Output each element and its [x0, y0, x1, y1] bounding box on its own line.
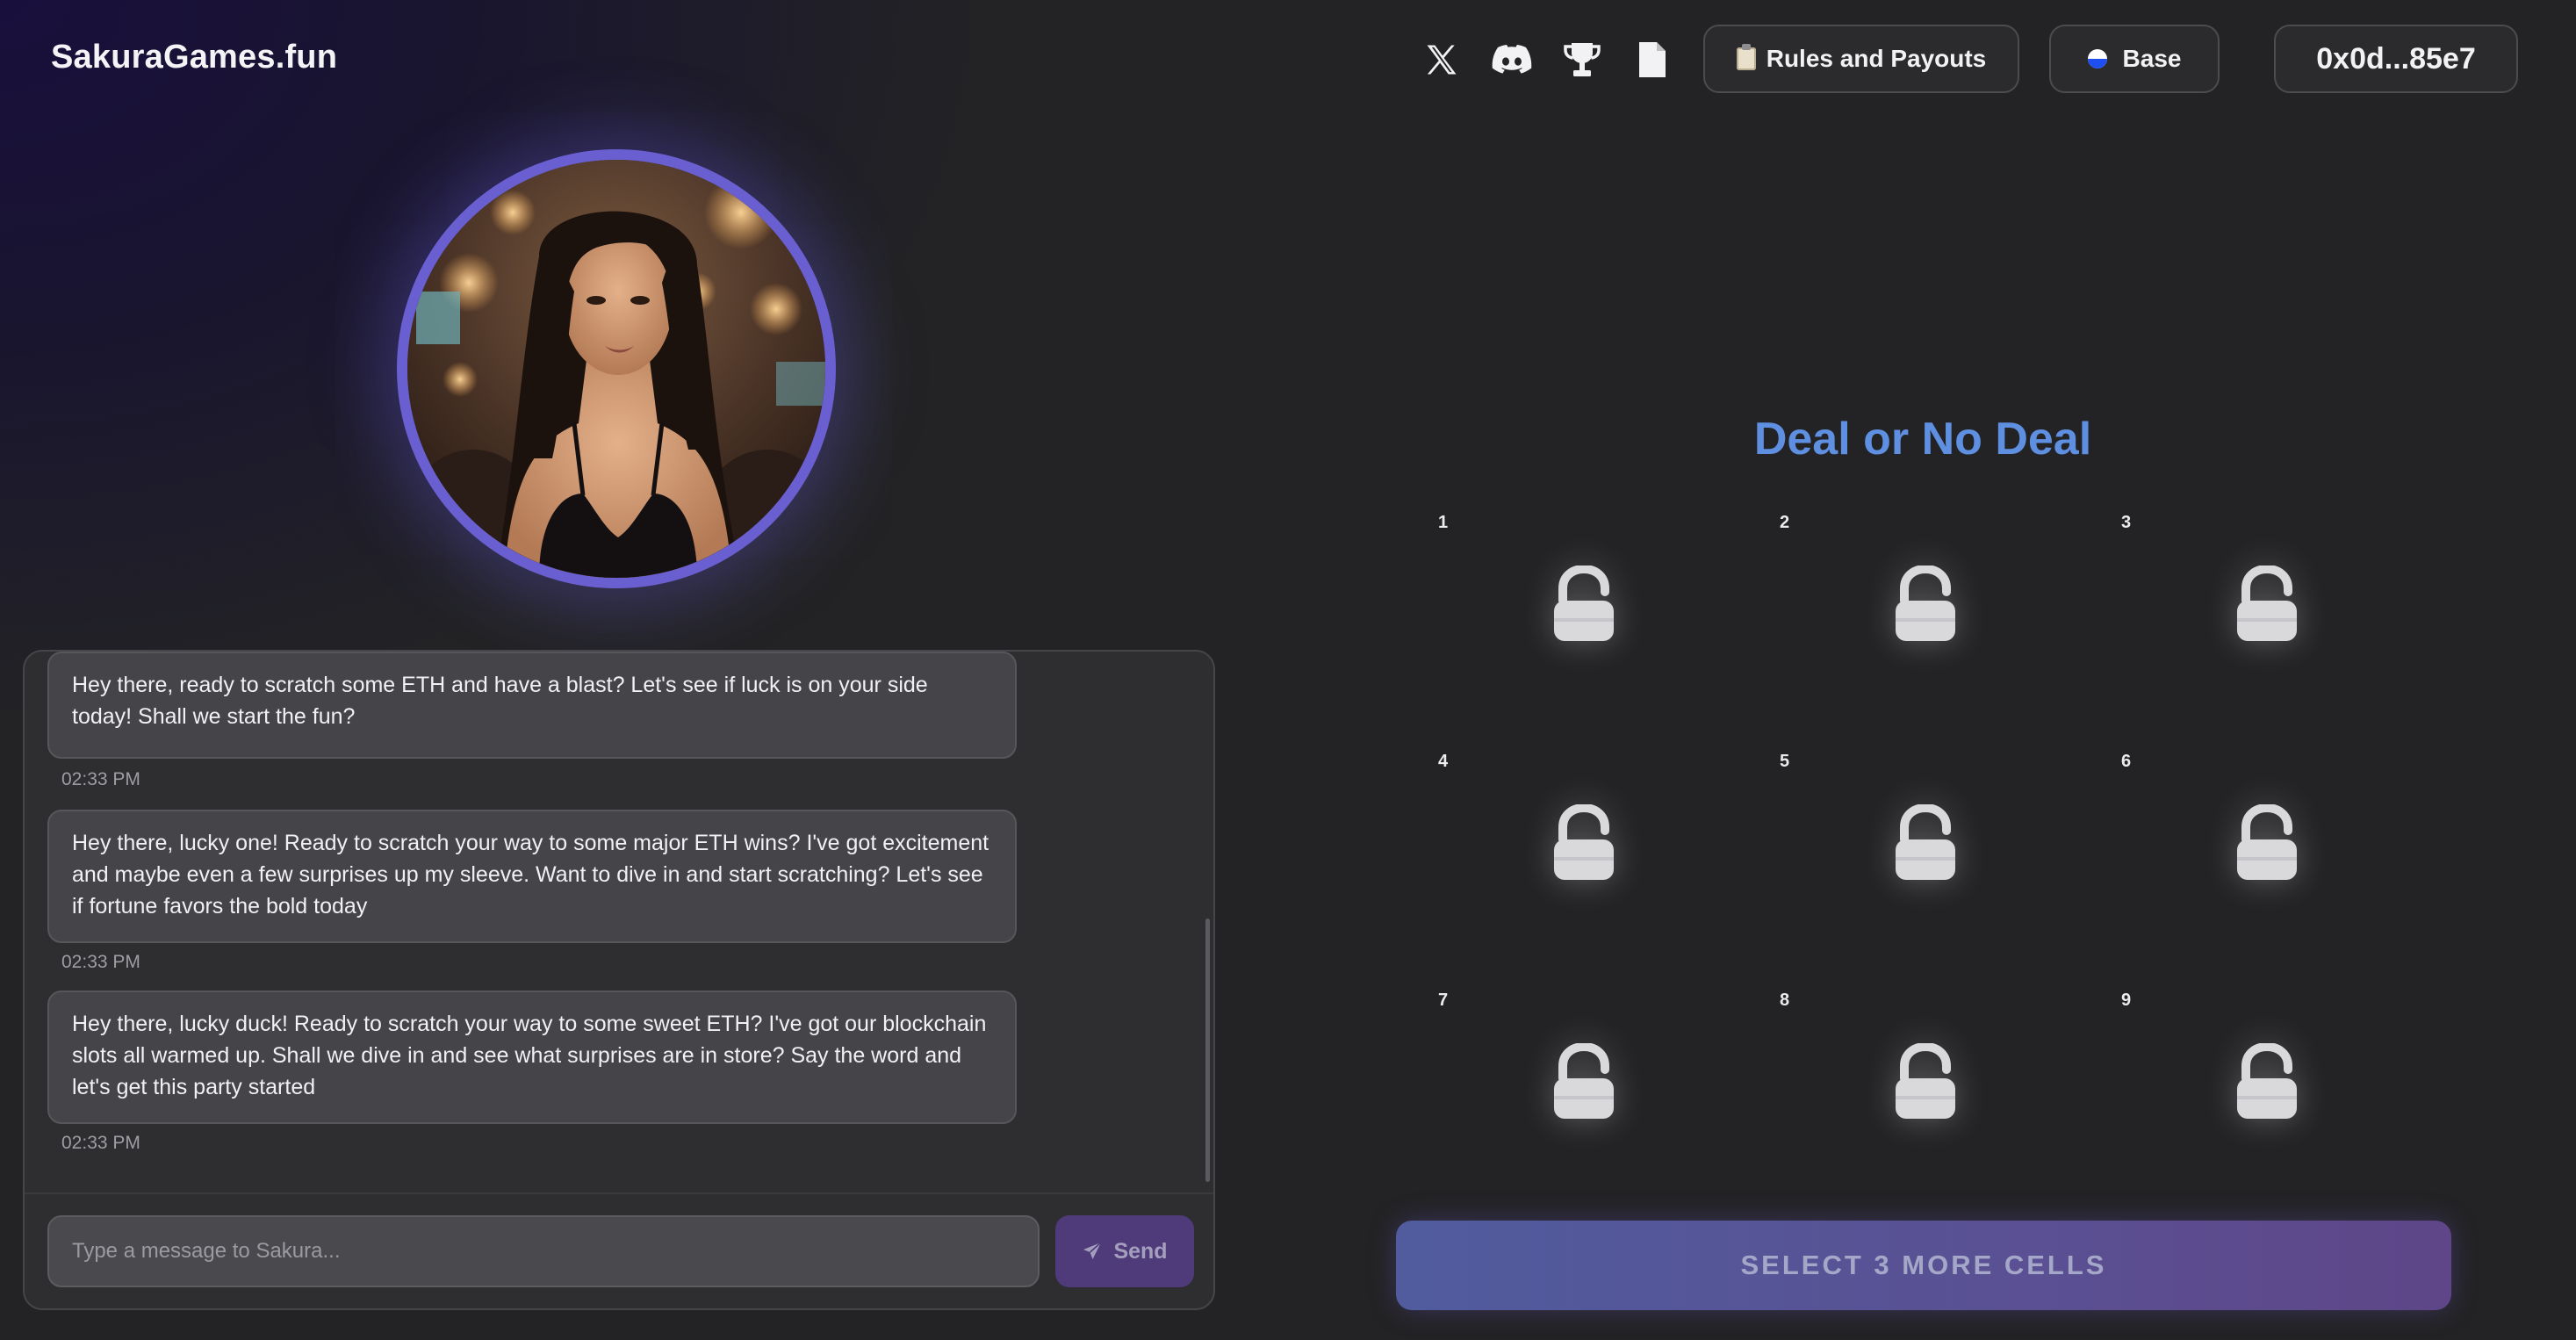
unlocked-lock-icon [1896, 804, 1955, 880]
cell-number: 7 [1438, 991, 1449, 1010]
network-selector-button[interactable]: Base [2049, 25, 2220, 93]
game-cell-4[interactable]: 4 [1438, 752, 1779, 991]
cell-number: 9 [2121, 991, 2132, 1010]
discord-icon[interactable] [1489, 37, 1535, 83]
game-cell-3[interactable]: 3 [2121, 513, 2462, 752]
send-label: Send [1113, 1238, 1168, 1264]
chat-message-list[interactable]: Hey there, ready to scratch some ETH and… [25, 652, 1213, 1192]
rules-and-payouts-button[interactable]: Rules and Payouts [1703, 25, 2019, 93]
game-title: Deal or No Deal [1753, 414, 2092, 465]
cell-number: 8 [1780, 991, 1790, 1010]
chat-panel: Hey there, ready to scratch some ETH and… [23, 650, 1215, 1310]
unlocked-lock-icon [2237, 566, 2297, 641]
game-cell-1[interactable]: 1 [1438, 513, 1779, 752]
trophy-icon[interactable] [1559, 37, 1605, 83]
app-page: SakuraGames.fun Rules and Payouts Base 0… [0, 0, 2576, 1340]
game-cell-2[interactable]: 2 [1780, 513, 2120, 752]
unlocked-lock-icon [1896, 1043, 1955, 1119]
unlocked-lock-icon [1554, 1043, 1614, 1119]
unlocked-lock-icon [1896, 566, 1955, 641]
wallet-address-button[interactable]: 0x0d...85e7 [2274, 25, 2518, 93]
game-cell-7[interactable]: 7 [1438, 991, 1779, 1229]
select-cells-button[interactable]: SELECT 3 MORE CELLS [1396, 1221, 2451, 1310]
send-button[interactable]: Send [1055, 1215, 1194, 1287]
rules-label: Rules and Payouts [1766, 45, 1987, 72]
cell-number: 6 [2121, 752, 2132, 771]
chat-divider [25, 1192, 1213, 1194]
x-icon[interactable] [1419, 37, 1464, 83]
cell-number: 5 [1780, 752, 1790, 771]
clipboard-icon [1736, 44, 1756, 70]
game-cell-6[interactable]: 6 [2121, 752, 2462, 991]
message-timestamp: 02:33 PM [61, 952, 140, 972]
unlocked-lock-icon [1554, 566, 1614, 641]
chat-message: Hey there, lucky duck! Ready to scratch … [47, 991, 1017, 1124]
unlocked-lock-icon [2237, 804, 2297, 880]
chat-message: Hey there, lucky one! Ready to scratch y… [47, 810, 1017, 943]
message-timestamp: 02:33 PM [61, 769, 140, 789]
unlocked-lock-icon [2237, 1043, 2297, 1119]
unlocked-lock-icon [1554, 804, 1614, 880]
network-label: Base [2122, 45, 2182, 72]
message-timestamp: 02:33 PM [61, 1133, 140, 1153]
sakura-avatar [397, 149, 836, 588]
base-network-icon [2087, 49, 2107, 68]
game-cell-5[interactable]: 5 [1780, 752, 2120, 991]
cell-number: 3 [2121, 513, 2132, 532]
cell-number: 2 [1780, 513, 1790, 532]
document-icon[interactable] [1630, 37, 1675, 83]
chat-message: Hey there, ready to scratch some ETH and… [47, 652, 1017, 759]
chat-scrollbar[interactable] [1205, 919, 1210, 1182]
cell-number: 4 [1438, 752, 1449, 771]
brand-logo[interactable]: SakuraGames.fun [51, 39, 337, 76]
game-cell-8[interactable]: 8 [1780, 991, 2120, 1229]
chat-message-input[interactable] [47, 1215, 1040, 1287]
game-cell-9[interactable]: 9 [2121, 991, 2462, 1229]
cell-number: 1 [1438, 513, 1449, 532]
send-icon [1083, 1242, 1102, 1259]
